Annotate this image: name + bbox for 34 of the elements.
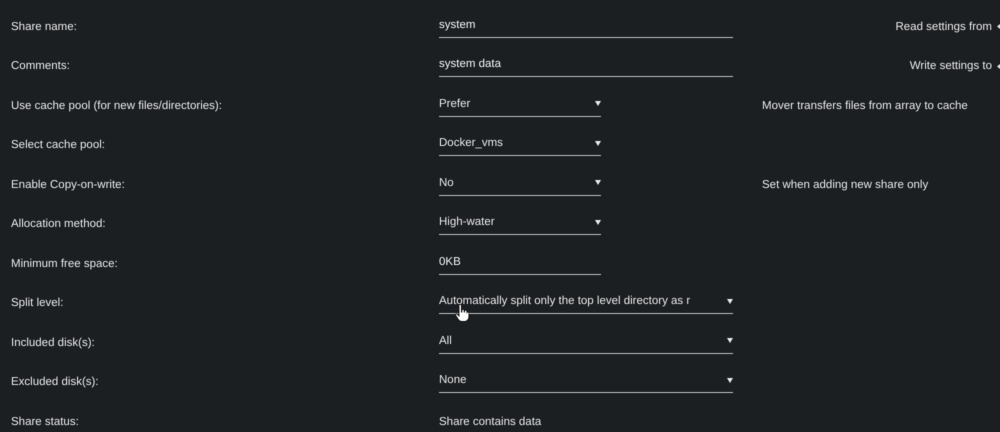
setting-label: Split level: (10, 297, 64, 310)
setting-label: Select cache pool: (10, 139, 106, 152)
dropdown[interactable]: High-water (439, 213, 601, 236)
status-text: Share contains data (439, 415, 542, 428)
setting-label: Included disk(s): (10, 336, 96, 349)
setting-label: Allocation method: (10, 218, 107, 230)
caret-icon (727, 378, 733, 383)
caret-icon (727, 298, 733, 304)
setting-label: Share name: (10, 20, 78, 33)
dropdown[interactable]: Prefer (439, 94, 601, 117)
setting-label: Minimum free space: (10, 258, 119, 270)
dropdown[interactable]: All (439, 332, 733, 354)
dropdown[interactable]: No (439, 174, 601, 196)
caret-icon (727, 338, 733, 344)
setting-label: Share status: (10, 416, 80, 428)
dropdown-edge-icon[interactable] (997, 64, 1000, 69)
info-note: Set when adding new share only (762, 178, 930, 191)
caret-icon (595, 101, 601, 106)
text-field[interactable]: 0KB (439, 252, 601, 275)
text-field[interactable]: system data (439, 55, 733, 78)
dropdown-edge-icon[interactable] (997, 24, 1000, 30)
setting-label: Use cache pool (for new files/directories): (10, 100, 223, 112)
caret-icon (595, 140, 601, 146)
setting-label: Enable Copy-on-write: (10, 178, 126, 191)
settings-action-label: Read settings from (895, 20, 992, 33)
caret-icon (595, 220, 601, 225)
dropdown[interactable]: Docker_vms (439, 134, 601, 156)
text-field[interactable]: system (439, 16, 733, 38)
info-note: Mover transfers files from array to cache (762, 100, 969, 112)
dropdown[interactable]: None (439, 371, 733, 394)
setting-label: Excluded disk(s): (10, 376, 100, 388)
setting-label: Comments: (10, 60, 71, 72)
settings-action-label: Write settings to (910, 60, 992, 72)
caret-icon (595, 180, 601, 186)
